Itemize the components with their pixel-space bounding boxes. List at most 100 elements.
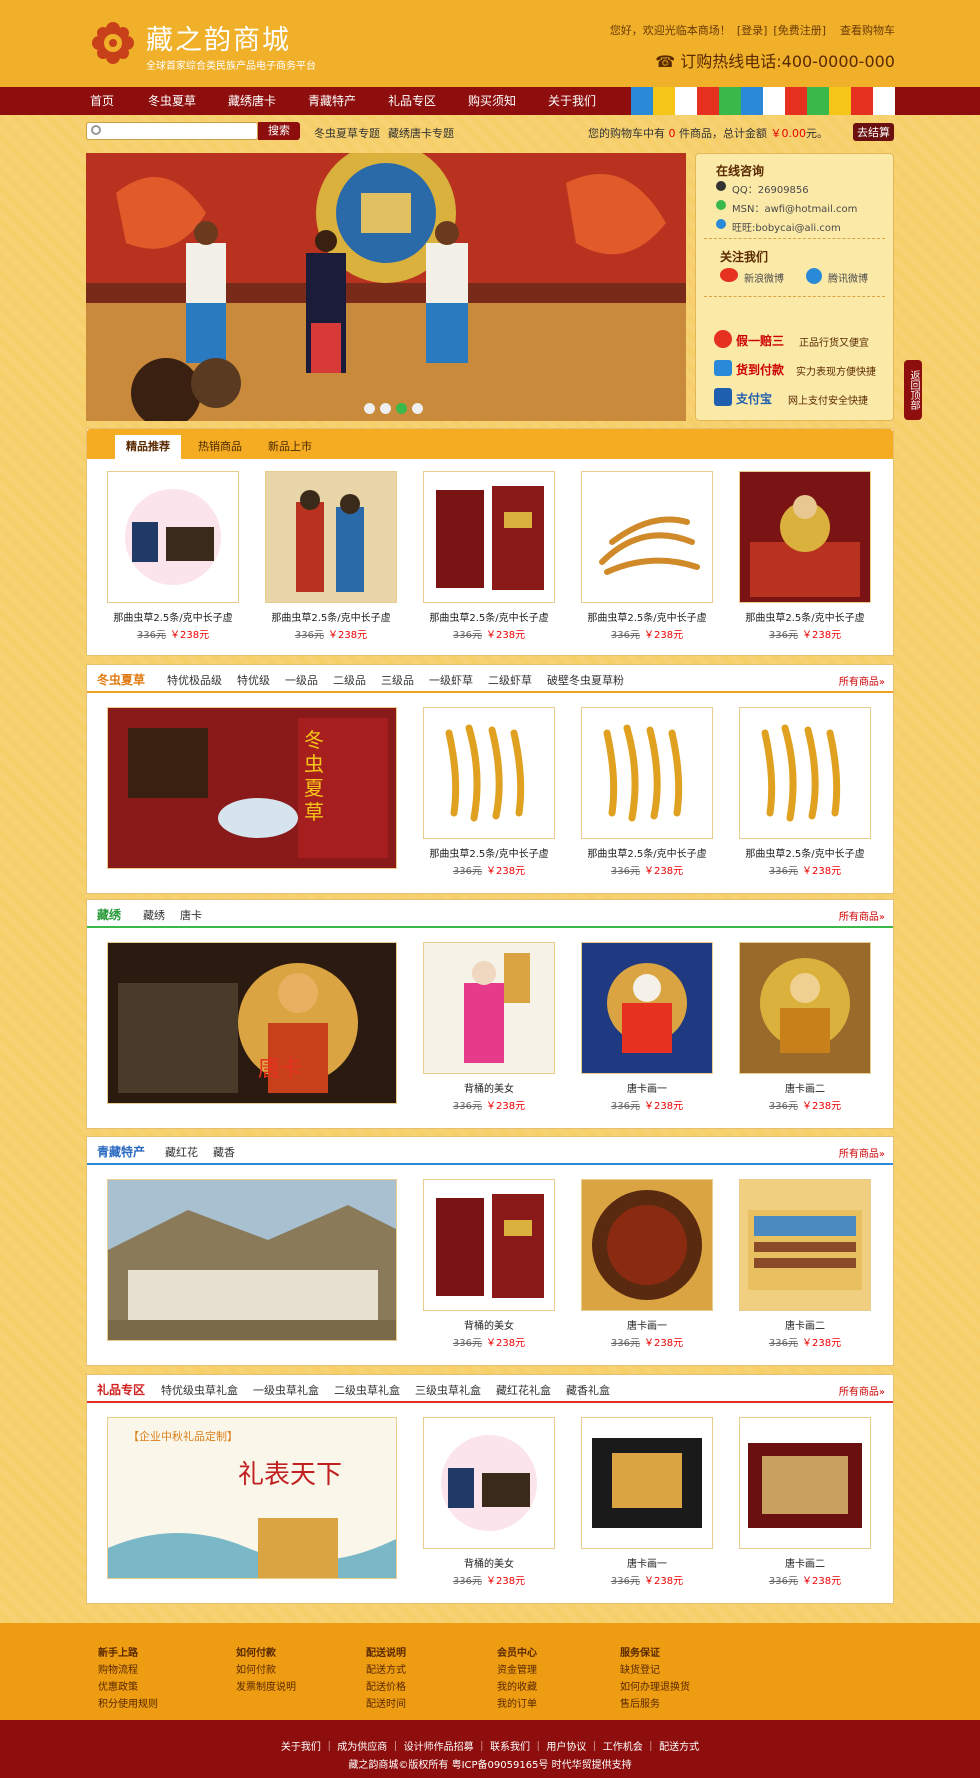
- subcategory-link[interactable]: 二级品: [333, 672, 366, 688]
- subcategory-link[interactable]: 藏香礼盒: [566, 1382, 610, 1398]
- subcategory-link[interactable]: 藏绣: [143, 907, 165, 923]
- wangwang-contact[interactable]: 旺旺:bobycai@ali.com: [732, 219, 841, 234]
- back-to-top-button[interactable]: 返回顶部: [904, 360, 922, 420]
- product-name[interactable]: 唐卡画二: [739, 1317, 871, 1332]
- footer-link[interactable]: 配送时间: [366, 1696, 406, 1713]
- nav-gifts[interactable]: 礼品专区: [388, 87, 468, 115]
- banner-dot-3[interactable]: [396, 403, 407, 414]
- register-link[interactable]: [免费注册]: [773, 24, 826, 37]
- search-input[interactable]: [86, 122, 258, 140]
- subcategory-link[interactable]: 藏红花: [165, 1144, 198, 1160]
- product-card[interactable]: 那曲虫草2.5条/克中长子虚 336元 ￥238元: [265, 471, 397, 641]
- qq-contact[interactable]: QQ：26909856: [732, 181, 809, 196]
- subcategory-link[interactable]: 藏香: [213, 1144, 235, 1160]
- footer-link[interactable]: 资金管理: [497, 1662, 537, 1679]
- subcategory-link[interactable]: 一级虫草礼盒: [253, 1382, 319, 1398]
- footer-link[interactable]: 配送价格: [366, 1679, 406, 1696]
- product-card[interactable]: 背桶的美女 336元 ￥238元: [423, 1179, 555, 1349]
- product-card[interactable]: 唐卡画二 336元 ￥238元: [739, 942, 871, 1112]
- banner-dot-1[interactable]: [364, 403, 375, 414]
- subcategory-link[interactable]: 三级品: [381, 672, 414, 688]
- category-banner[interactable]: 冬虫夏草: [107, 707, 397, 869]
- section-title[interactable]: 青藏特产: [97, 1143, 145, 1160]
- logo-icon[interactable]: [88, 18, 138, 68]
- product-name[interactable]: 背桶的美女: [423, 1080, 555, 1095]
- subcategory-link[interactable]: 三级虫草礼盒: [415, 1382, 481, 1398]
- weibo-link[interactable]: 新浪微博: [744, 270, 784, 285]
- nav-home[interactable]: 首页: [90, 87, 148, 115]
- product-name[interactable]: 那曲虫草2.5条/克中长子虚: [107, 609, 239, 624]
- subcategory-link[interactable]: 藏红花礼盒: [496, 1382, 551, 1398]
- product-name[interactable]: 那曲虫草2.5条/克中长子虚: [423, 845, 555, 860]
- subcategory-link[interactable]: 特优极品级: [167, 672, 222, 688]
- product-card[interactable]: 那曲虫草2.5条/克中长子虚 336元 ￥238元: [107, 471, 239, 641]
- subcategory-link[interactable]: 特优级虫草礼盒: [161, 1382, 238, 1398]
- subcategory-link[interactable]: 二级虫草礼盒: [334, 1382, 400, 1398]
- category-banner[interactable]: 唐卡: [107, 942, 397, 1104]
- product-name[interactable]: 那曲虫草2.5条/克中长子虚: [265, 609, 397, 624]
- product-name[interactable]: 背桶的美女: [423, 1555, 555, 1570]
- footer-link[interactable]: 优惠政策: [98, 1679, 158, 1696]
- more-link[interactable]: 所有商品»: [839, 1145, 885, 1160]
- login-link[interactable]: [登录]: [737, 24, 768, 37]
- product-name[interactable]: 背桶的美女: [423, 1317, 555, 1332]
- footer-link[interactable]: 如何付款: [236, 1662, 296, 1679]
- subcategory-link[interactable]: 唐卡: [180, 907, 202, 923]
- section-title[interactable]: 藏绣: [97, 906, 121, 923]
- footer-link[interactable]: 我的收藏: [497, 1679, 537, 1696]
- product-card[interactable]: 背桶的美女 336元 ￥238元: [423, 942, 555, 1112]
- footer-links[interactable]: 关于我们 ｜ 成为供应商 ｜ 设计师作品招募 ｜ 联系我们 ｜ 用户协议 ｜ 工…: [0, 1738, 980, 1753]
- product-card[interactable]: 唐卡画一 336元 ￥238元: [581, 942, 713, 1112]
- footer-link[interactable]: 缺货登记: [620, 1662, 690, 1679]
- product-card[interactable]: 那曲虫草2.5条/克中长子虚 336元 ￥238元: [739, 471, 871, 641]
- msn-contact[interactable]: MSN：awfi@hotmail.com: [732, 200, 857, 215]
- product-name[interactable]: 唐卡画一: [581, 1555, 713, 1570]
- more-link[interactable]: 所有商品»: [839, 673, 885, 688]
- tencent-weibo-link[interactable]: 腾讯微博: [828, 270, 868, 285]
- nav-cordyceps[interactable]: 冬虫夏草: [148, 87, 228, 115]
- product-card[interactable]: 那曲虫草2.5条/克中长子虚 336元 ￥238元: [739, 707, 871, 877]
- product-name[interactable]: 唐卡画一: [581, 1080, 713, 1095]
- product-card[interactable]: 那曲虫草2.5条/克中长子虚 336元 ￥238元: [581, 707, 713, 877]
- product-name[interactable]: 唐卡画二: [739, 1555, 871, 1570]
- product-name[interactable]: 那曲虫草2.5条/克中长子虚: [423, 609, 555, 624]
- footer-link[interactable]: 购物流程: [98, 1662, 158, 1679]
- product-name[interactable]: 那曲虫草2.5条/克中长子虚: [581, 609, 713, 624]
- site-name[interactable]: 藏之韵商城: [146, 18, 291, 57]
- product-name[interactable]: 那曲虫草2.5条/克中长子虚: [739, 609, 871, 624]
- tab-new[interactable]: 新品上市: [257, 435, 323, 459]
- search-button[interactable]: 搜索: [258, 122, 300, 140]
- nav-embroidery[interactable]: 藏绣唐卡: [228, 87, 308, 115]
- subcategory-link[interactable]: 一级虾草: [429, 672, 473, 688]
- footer-link[interactable]: 发票制度说明: [236, 1679, 296, 1696]
- category-banner[interactable]: 【企业中秋礼品定制】 礼表天下: [107, 1417, 397, 1579]
- product-card[interactable]: 唐卡画一 336元 ￥238元: [581, 1179, 713, 1349]
- subcategory-link[interactable]: 一级品: [285, 672, 318, 688]
- product-card[interactable]: 那曲虫草2.5条/克中长子虚 336元 ￥238元: [423, 707, 555, 877]
- footer-link[interactable]: 配送方式: [366, 1662, 406, 1679]
- nav-specialties[interactable]: 青藏特产: [308, 87, 388, 115]
- more-link[interactable]: 所有商品»: [839, 908, 885, 923]
- subcategory-link[interactable]: 二级虾草: [488, 672, 532, 688]
- footer-link[interactable]: 积分使用规则: [98, 1696, 158, 1713]
- product-name[interactable]: 唐卡画二: [739, 1080, 871, 1095]
- footer-link[interactable]: 我的订单: [497, 1696, 537, 1713]
- topic-link-embroidery[interactable]: 藏绣唐卡专题: [388, 125, 454, 141]
- section-title[interactable]: 冬虫夏草: [97, 671, 145, 688]
- product-card[interactable]: 背桶的美女 336元 ￥238元: [423, 1417, 555, 1587]
- product-name[interactable]: 那曲虫草2.5条/克中长子虚: [739, 845, 871, 860]
- category-banner[interactable]: [107, 1179, 397, 1341]
- subcategory-link[interactable]: 破壁冬虫夏草粉: [547, 672, 624, 688]
- tab-hot[interactable]: 热销商品: [187, 435, 253, 459]
- banner-dot-2[interactable]: [380, 403, 391, 414]
- product-name[interactable]: 那曲虫草2.5条/克中长子虚: [581, 845, 713, 860]
- product-card[interactable]: 那曲虫草2.5条/克中长子虚 336元 ￥238元: [423, 471, 555, 641]
- tab-featured[interactable]: 精品推荐: [115, 435, 181, 459]
- product-card[interactable]: 唐卡画二 336元 ￥238元: [739, 1417, 871, 1587]
- product-card[interactable]: 那曲虫草2.5条/克中长子虚 336元 ￥238元: [581, 471, 713, 641]
- checkout-button[interactable]: 去结算: [853, 123, 894, 141]
- topic-link-cordyceps[interactable]: 冬虫夏草专题: [314, 125, 380, 141]
- footer-link[interactable]: 售后服务: [620, 1696, 690, 1713]
- more-link[interactable]: 所有商品»: [839, 1383, 885, 1398]
- hero-banner[interactable]: [86, 153, 686, 421]
